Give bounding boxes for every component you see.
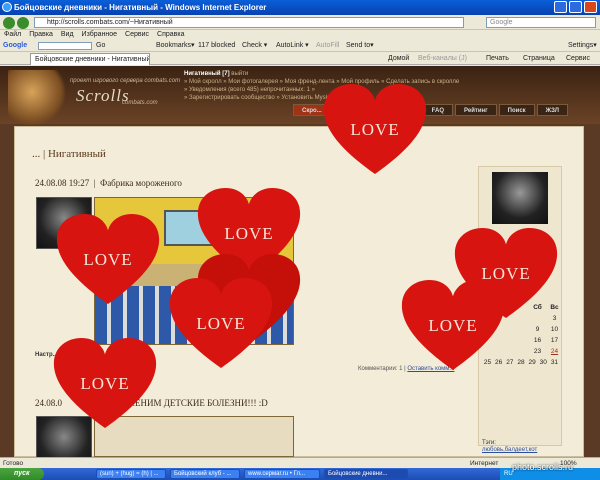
autofill-button[interactable]: AutoFill: [316, 40, 339, 52]
taskbar-item[interactable]: Бойцовский клуб - ...: [170, 469, 240, 479]
watermark: photo.scrolls.ru: [512, 462, 574, 472]
logo-domain: combats.com: [122, 100, 158, 106]
love-heart: LOVE: [55, 214, 161, 306]
send-to-button[interactable]: Send to▾: [346, 40, 374, 52]
window-title: Бойцовские дневники - Нигативный - Windo…: [14, 3, 267, 12]
menu-file[interactable]: Файл: [4, 30, 21, 40]
cal-date: 29: [528, 359, 536, 366]
menu-favorites[interactable]: Избранное: [82, 30, 117, 40]
taskbar-item[interactable]: (sun) + (hug) = (h) | ...: [96, 469, 166, 479]
username[interactable]: Нигативный [7]: [184, 71, 230, 77]
tab-bar: Бойцовские дневники - Нигативный Домой В…: [0, 52, 600, 65]
cal-date: 23: [533, 348, 542, 355]
cal-date: 17: [550, 337, 559, 344]
tools-menu-button[interactable]: Сервис: [566, 52, 590, 65]
tags-label: Тэги:: [482, 440, 496, 446]
taskbar-item[interactable]: www.cepмar.ru • Гл...: [244, 469, 320, 479]
window-controls: [554, 1, 597, 13]
window-titlebar: Бойцовские дневники - Нигативный - Windo…: [0, 0, 600, 15]
cal-date: 28: [517, 359, 525, 366]
love-heart: LOVE: [52, 338, 158, 430]
comments-count: Комментарии: 1 |: [358, 366, 406, 372]
love-heart: LOVE: [400, 280, 506, 372]
post-subject[interactable]: Фабрика мороженого: [100, 178, 182, 188]
google-search-input[interactable]: [38, 42, 92, 50]
cal-date: 31: [550, 359, 559, 366]
love-heart: LOVE: [322, 84, 428, 176]
menu-help[interactable]: Справка: [157, 30, 184, 40]
tab-current[interactable]: Бойцовские дневники - Нигативный: [30, 53, 150, 65]
search-input[interactable]: Google: [486, 17, 596, 28]
bookmarks-button[interactable]: Bookmarks▾: [156, 40, 195, 52]
ie-icon: [2, 2, 12, 12]
maximize-button[interactable]: [569, 1, 582, 13]
google-go-button[interactable]: Go: [96, 40, 105, 52]
logo-tagline: проект игрового сервера combats.com: [70, 78, 181, 84]
google-toolbar: Google Go Bookmarks▾ 117 blocked Check ▾…: [0, 40, 600, 52]
blog-title[interactable]: ... | Нигативный: [32, 148, 106, 160]
tags-list[interactable]: любовь,балдеет,кот: [482, 447, 537, 453]
cal-date: 30: [539, 359, 547, 366]
google-logo: Google: [3, 42, 28, 49]
sidebar-avatar[interactable]: [492, 172, 548, 224]
menu-bar: Файл Правка Вид Избранное Сервис Справка: [0, 30, 600, 40]
check-button[interactable]: Check ▾: [242, 40, 267, 52]
address-bar: http://scrolls.combats.com/~Нигативный G…: [0, 15, 600, 30]
post-header: 24.08.08 19:27 | Фабрика мороженого: [35, 178, 182, 188]
page-menu-button[interactable]: Страница: [523, 52, 555, 65]
cal-date: 9: [535, 326, 540, 333]
love-heart: LOVE: [168, 278, 274, 370]
menu-edit[interactable]: Правка: [29, 30, 53, 40]
user-links-row-2[interactable]: » Уведомления (всего 485) непрочитанных:…: [184, 87, 315, 93]
url-input[interactable]: http://scrolls.combats.com/~Нигативный: [34, 17, 464, 28]
cal-date: 10: [550, 326, 559, 333]
start-button[interactable]: пуск: [0, 468, 44, 480]
settings-button[interactable]: Settings▾: [568, 40, 597, 52]
close-button[interactable]: [584, 1, 597, 13]
nav-tab-search[interactable]: Поиск: [498, 104, 535, 116]
cal-date: 16: [533, 337, 542, 344]
user-links-row-3[interactable]: » Зарегистрировать сообщество » Установи…: [184, 95, 333, 101]
nav-tab-zhzl[interactable]: ЖЗЛ: [536, 104, 568, 116]
nav-tab-rating[interactable]: Рейтинг: [455, 104, 497, 116]
menu-tools[interactable]: Сервис: [125, 30, 149, 40]
forward-icon[interactable]: [17, 17, 29, 29]
print-button[interactable]: Печать: [486, 52, 509, 65]
logo-illustration: [8, 70, 68, 125]
menu-view[interactable]: Вид: [61, 30, 74, 40]
taskbar-item-active[interactable]: Бойцовские дневни...: [324, 469, 408, 479]
status-bar: Готово Интернет 100%: [0, 457, 600, 468]
logout-link[interactable]: выйти: [231, 71, 248, 77]
autolink-button[interactable]: AutoLink ▾: [276, 40, 309, 52]
taskbar: пуск (sun) + (hug) = (h) | ... Бойцовски…: [0, 468, 600, 480]
site-header: проект игрового сервера combats.com Scro…: [0, 66, 600, 125]
cal-date-today[interactable]: 24: [549, 346, 560, 357]
home-button[interactable]: Домой: [388, 52, 409, 65]
popup-blocked-button[interactable]: 117 blocked: [198, 40, 235, 52]
minimize-button[interactable]: [554, 1, 567, 13]
post-date: 24.08.08 19:27: [35, 178, 90, 188]
feeds-button[interactable]: Веб-каналы (J): [418, 52, 467, 65]
back-icon[interactable]: [3, 17, 15, 29]
